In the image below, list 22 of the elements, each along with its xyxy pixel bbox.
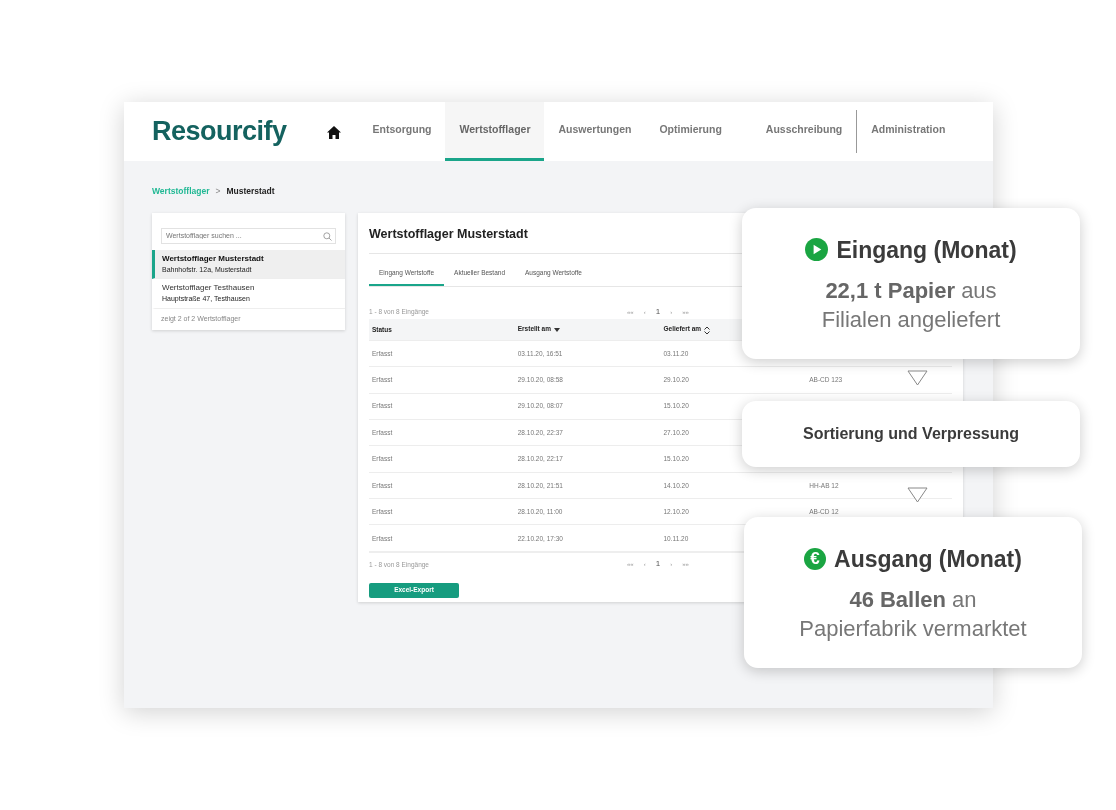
sort-icon[interactable] [704, 324, 711, 335]
nav-tab[interactable]: Wertstofflager [445, 102, 545, 161]
breadcrumb-link[interactable]: Wertstofflager [152, 185, 210, 198]
pagination-link[interactable]: 1 [655, 306, 661, 319]
pagination-link[interactable]: 1 [655, 558, 661, 571]
breadcrumb-current: Musterstadt [226, 185, 275, 198]
breadcrumb-separator: > [215, 185, 221, 198]
location-name: Wertstofflager Musterstadt [162, 252, 265, 265]
play-icon [805, 238, 829, 262]
down-triangle-icon [907, 370, 928, 386]
callout-text: 46 Ballen an Papierfabrik vermarktet [798, 586, 1028, 643]
nav-tab[interactable]: Ausschreibung [751, 102, 857, 161]
down-triangle-icon [907, 487, 928, 503]
callout-title: Ausgang (Monat) [834, 544, 1022, 574]
nav-tab[interactable]: Auswertungen [544, 102, 646, 161]
location-name: Wertstofflager Testhausen [162, 282, 256, 295]
nav-tab[interactable]: Administration [857, 102, 960, 161]
nav-tab[interactable]: Entsorgung [358, 102, 446, 161]
euro-icon: € [804, 547, 827, 570]
callout-text: 22,1 t Papier aus Filialen angeliefert [820, 277, 1002, 334]
logo: Resourcify [152, 115, 287, 149]
nav-tab[interactable]: Optimierung [645, 102, 736, 161]
